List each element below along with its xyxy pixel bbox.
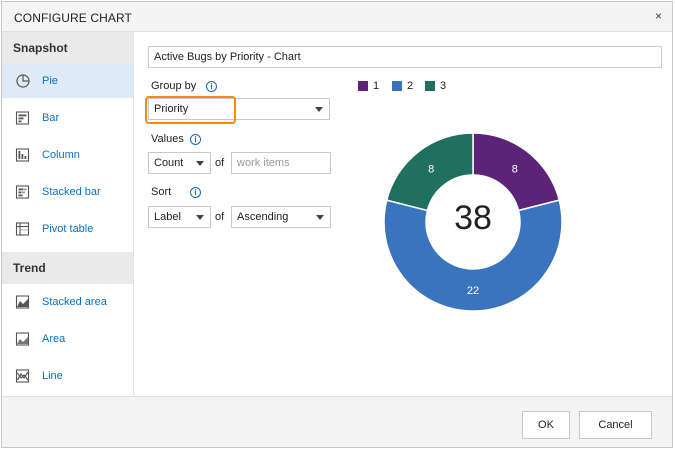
sidebar-item-stacked-area[interactable]: Stacked area bbox=[2, 285, 133, 319]
of-text: of bbox=[215, 157, 225, 169]
sidebar-item-stacked-bar[interactable]: Stacked bar bbox=[2, 175, 133, 209]
sidebar-item-label: Area bbox=[42, 333, 66, 345]
sidebar-item-label: Line bbox=[42, 370, 63, 382]
stacked-area-icon bbox=[15, 295, 30, 309]
close-icon[interactable]: × bbox=[655, 9, 662, 23]
values-field-input[interactable]: work items bbox=[231, 152, 331, 174]
chart-type-sidebar: Snapshot Pie Bar Column Stacked bar Pivo… bbox=[2, 32, 134, 396]
pivot-table-icon bbox=[15, 222, 30, 236]
sidebar-item-label: Pie bbox=[42, 75, 58, 87]
configure-chart-dialog: CONFIGURE CHART × Snapshot Pie Bar Colum… bbox=[1, 1, 673, 448]
values-label: Values bbox=[151, 133, 184, 145]
legend-swatch bbox=[392, 81, 402, 91]
sidebar-item-column[interactable]: Column bbox=[2, 138, 133, 172]
chevron-down-icon bbox=[196, 215, 204, 220]
sidebar-item-area[interactable]: Area bbox=[2, 322, 133, 356]
trend-heading: Trend bbox=[2, 252, 133, 284]
group-by-label: Group by bbox=[151, 80, 197, 92]
donut-chart: 38 8 22 8 bbox=[383, 132, 563, 312]
sidebar-item-label: Column bbox=[42, 149, 80, 161]
column-chart-icon bbox=[15, 148, 30, 162]
chevron-down-icon bbox=[196, 161, 204, 166]
legend-label: 3 bbox=[440, 80, 447, 92]
sidebar-item-label: Pivot table bbox=[42, 223, 94, 235]
chart-name-input[interactable]: Active Bugs by Priority - Chart bbox=[148, 46, 662, 68]
sidebar-item-label: Stacked bar bbox=[42, 186, 101, 198]
dialog-footer: OK Cancel bbox=[2, 396, 672, 447]
slice-value-label: 8 bbox=[428, 163, 434, 175]
legend-swatch bbox=[425, 81, 435, 91]
line-chart-icon bbox=[15, 369, 30, 383]
sidebar-item-line[interactable]: Line bbox=[2, 359, 133, 393]
ok-button[interactable]: OK bbox=[522, 411, 570, 439]
sort-order-select[interactable]: Ascending bbox=[231, 206, 331, 228]
info-icon[interactable]: i bbox=[206, 81, 217, 92]
slice-value-label: 8 bbox=[512, 163, 518, 175]
sidebar-item-pivot-table[interactable]: Pivot table bbox=[2, 212, 133, 246]
group-by-value: Priority bbox=[154, 103, 189, 115]
dialog-title: CONFIGURE CHART bbox=[14, 11, 132, 25]
group-by-select[interactable]: Priority bbox=[148, 98, 330, 120]
dialog-titlebar: CONFIGURE CHART × bbox=[2, 2, 672, 32]
stacked-bar-icon bbox=[15, 185, 30, 199]
sort-label: Sort bbox=[151, 186, 172, 198]
sort-by-value: Label bbox=[154, 211, 181, 223]
slice-value-label: 22 bbox=[467, 285, 479, 297]
cancel-button[interactable]: Cancel bbox=[579, 411, 652, 439]
sort-order-value: Ascending bbox=[237, 211, 289, 223]
legend-swatch bbox=[358, 81, 368, 91]
sort-by-select[interactable]: Label bbox=[148, 206, 211, 228]
chevron-down-icon bbox=[315, 107, 323, 112]
of-text: of bbox=[215, 211, 225, 223]
snapshot-heading: Snapshot bbox=[2, 32, 133, 64]
legend-label: 1 bbox=[373, 80, 380, 92]
values-aggregate-select[interactable]: Count bbox=[148, 152, 211, 174]
area-chart-icon bbox=[15, 332, 30, 346]
sidebar-item-bar[interactable]: Bar bbox=[2, 101, 133, 135]
legend-label: 2 bbox=[407, 80, 414, 92]
pie-chart-icon bbox=[16, 74, 30, 88]
info-icon[interactable]: i bbox=[190, 134, 201, 145]
chevron-down-icon bbox=[316, 215, 324, 220]
bar-chart-icon bbox=[15, 111, 30, 125]
sidebar-item-label: Bar bbox=[42, 112, 60, 124]
sidebar-item-label: Stacked area bbox=[42, 296, 107, 308]
info-icon[interactable]: i bbox=[190, 187, 201, 198]
chart-config-panel: Active Bugs by Priority - Chart Group by… bbox=[135, 32, 672, 396]
values-aggregate-value: Count bbox=[154, 157, 184, 169]
sidebar-item-pie[interactable]: Pie bbox=[2, 64, 133, 98]
chart-total: 38 bbox=[454, 199, 492, 237]
